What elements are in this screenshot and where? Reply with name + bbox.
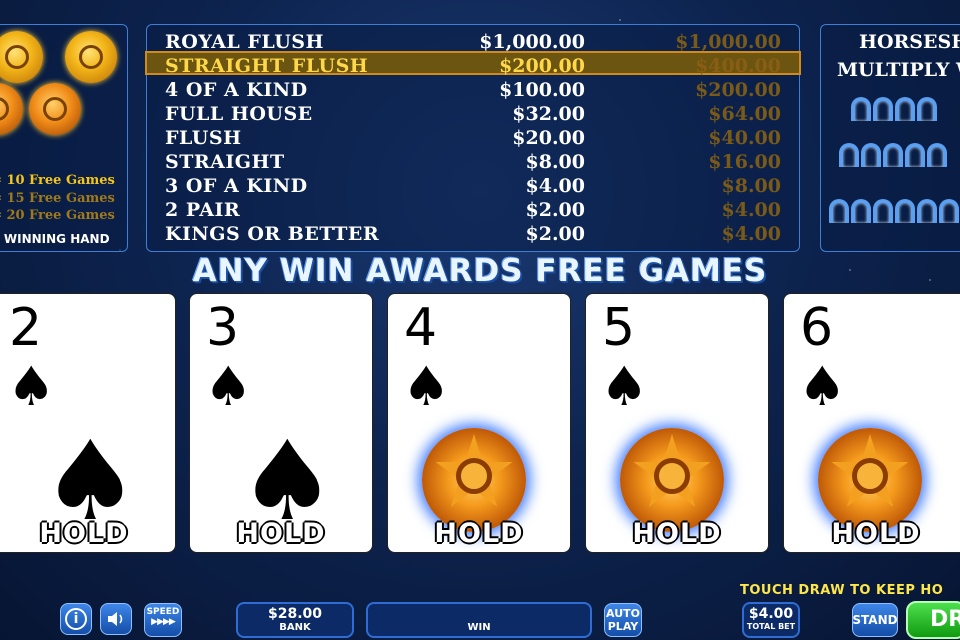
card-1[interactable]: 2 ♠ ♠ HOLD <box>0 293 176 553</box>
horseshoe-icon <box>829 199 849 223</box>
horseshoe-icon <box>927 143 947 167</box>
hold-label: HOLD <box>236 518 326 549</box>
paytable-row: KINGS OR BETTER $2.00 $4.00 <box>165 223 781 245</box>
sheriff-badge-icon <box>29 83 81 135</box>
paytable-row: 4 OF A KIND $100.00 $200.00 <box>165 79 781 101</box>
horseshoe-icon <box>883 143 903 167</box>
horseshoe-icon <box>851 199 871 223</box>
horseshoe-icon <box>895 199 915 223</box>
spade-icon: ♠ <box>204 355 253 418</box>
speed-arrows-icon: ▶▶▶▶ <box>151 617 176 627</box>
paytable: ROYAL FLUSH $1,000.00 $1,000.00 STRAIGHT… <box>145 24 801 252</box>
hold-label: HOLD <box>632 518 722 549</box>
free-games-line: = 10 Free Games <box>0 173 115 188</box>
horseshoe-multiplier-panel: HORSESHO MULTIPLY W <box>820 24 960 252</box>
horseshoe-icon <box>917 199 937 223</box>
paytable-row: FLUSH $20.00 $40.00 <box>165 127 781 149</box>
sound-button[interactable] <box>100 603 132 635</box>
hold-label: HOLD <box>39 518 129 549</box>
spade-icon: ♠ <box>600 355 649 418</box>
speaker-icon <box>108 612 123 626</box>
sheriff-badge-icon <box>0 83 23 135</box>
free-games-line: = 20 Free Games <box>0 208 115 223</box>
info-button[interactable]: i <box>60 603 92 635</box>
card-rank: 2 <box>9 298 43 358</box>
horseshoe-icon <box>895 97 915 121</box>
card-rank: 5 <box>602 298 636 358</box>
paytable-row: 3 OF A KIND $4.00 $8.00 <box>165 175 781 197</box>
paytable-row: 2 PAIR $2.00 $4.00 <box>165 199 781 221</box>
horseshoe-icon <box>939 199 959 223</box>
stand-button[interactable]: STAND <box>852 603 898 637</box>
horseshoe-icon <box>905 143 925 167</box>
card-rank: 6 <box>800 298 834 358</box>
card-3[interactable]: 4 ♠ HOLD <box>387 293 571 553</box>
horseshoe-icon <box>873 97 893 121</box>
auto-play-button[interactable]: AUTO PLAY <box>604 603 642 637</box>
card-5[interactable]: 6 ♠ HOLD <box>783 293 960 553</box>
sheriff-badge-icon <box>0 31 43 83</box>
sheriff-badge-icon <box>65 31 117 83</box>
free-games-line: = 15 Free Games <box>0 191 115 206</box>
bank-meter: $28.00 BANK <box>236 602 354 638</box>
card-rank: 4 <box>404 298 438 358</box>
horseshoe-title: HORSESHO <box>859 31 960 53</box>
card-4[interactable]: 5 ♠ HOLD <box>585 293 769 553</box>
sheriff-badge-wild-icon <box>818 428 922 532</box>
hold-label: HOLD <box>831 518 921 549</box>
speed-button[interactable]: SPEED ▶▶▶▶ <box>144 603 182 637</box>
free-games-panel: = 10 Free Games = 15 Free Games = 20 Fre… <box>0 24 128 252</box>
spade-icon: ♠ <box>798 355 847 418</box>
winning-hand-caption: Y WINNING HAND <box>3 232 110 246</box>
info-icon: i <box>65 608 87 630</box>
horseshoe-icon <box>917 97 937 121</box>
hold-label: HOLD <box>434 518 524 549</box>
horseshoe-icon <box>873 199 893 223</box>
card-2[interactable]: 3 ♠ ♠ HOLD <box>189 293 373 553</box>
multiply-title: MULTIPLY W <box>837 59 960 81</box>
total-bet-meter[interactable]: $4.00 TOTAL BET <box>742 602 800 638</box>
paytable-row: STRAIGHT $8.00 $16.00 <box>165 151 781 173</box>
sheriff-badge-wild-icon <box>422 428 526 532</box>
horseshoe-icon <box>839 143 859 167</box>
paytable-row: ROYAL FLUSH $1,000.00 $1,000.00 <box>165 31 781 53</box>
draw-hint: TOUCH DRAW TO KEEP HO <box>740 583 944 598</box>
horseshoe-icon <box>851 97 871 121</box>
win-meter: WIN <box>366 602 592 638</box>
horseshoe-icon <box>861 143 881 167</box>
control-bar: i SPEED ▶▶▶▶ $28.00 BANK WIN AUTO PLAY $… <box>0 600 960 640</box>
card-rank: 3 <box>206 298 240 358</box>
free-games-banner: ANY WIN AWARDS FREE GAMES <box>192 253 768 289</box>
paytable-row-highlighted: STRAIGHT FLUSH $200.00 $400.00 <box>145 51 801 77</box>
paytable-row: FULL HOUSE $32.00 $64.00 <box>165 103 781 125</box>
sheriff-badge-wild-icon <box>620 428 724 532</box>
spade-icon: ♠ <box>402 355 451 418</box>
draw-button[interactable]: DR <box>906 601 960 639</box>
spade-icon: ♠ <box>7 355 56 418</box>
